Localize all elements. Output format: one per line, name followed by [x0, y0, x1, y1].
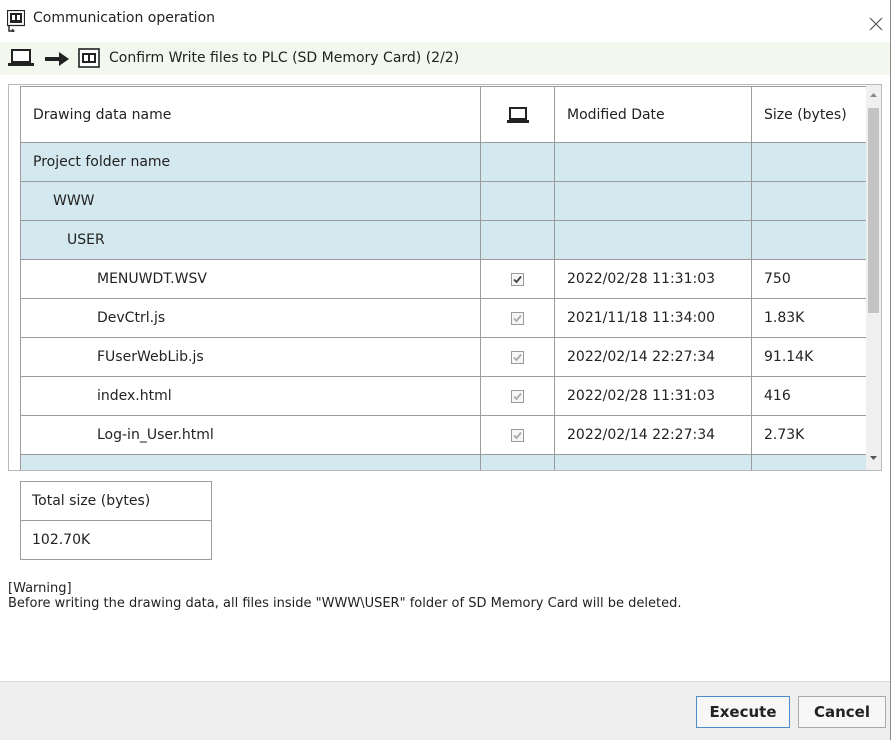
file-name: index.html: [20, 376, 481, 416]
file-size: 2.73K: [751, 415, 873, 455]
table-header-row: Drawing data name Modified Date Size (by…: [20, 86, 873, 143]
file-name: DevCtrl.js: [20, 298, 481, 338]
file-checkbox[interactable]: [511, 311, 524, 325]
file-row[interactable]: MENUWDT.WSV 2022/02/28 11:31:03 750: [20, 259, 873, 299]
file-row[interactable]: index.html 2022/02/28 11:31:03 416: [20, 376, 873, 416]
modified-date: 2022/02/28 11:31:03: [554, 259, 752, 299]
modified-date: 2021/11/18 11:34:00: [554, 298, 752, 338]
dialog-footer: Execute Cancel: [0, 681, 890, 740]
row-select-cell: [480, 181, 555, 221]
file-name: FUserWebLib.js: [20, 337, 481, 377]
file-size: [751, 454, 873, 470]
file-name: MENUWDT.WSV: [20, 259, 481, 299]
file-name: Log-in_User.html: [20, 415, 481, 455]
row-select-cell: [480, 298, 555, 338]
total-size-value: 102.70K: [20, 520, 212, 560]
file-size: 1.83K: [751, 298, 873, 338]
file-size: 91.14K: [751, 337, 873, 377]
step-header: Confirm Write files to PLC (SD Memory Ca…: [0, 42, 890, 75]
modified-date: [554, 181, 752, 221]
folder-row[interactable]: Project folder name: [20, 142, 873, 182]
file-size: [751, 142, 873, 182]
file-table: Drawing data name Modified Date Size (by…: [20, 86, 873, 470]
file-size: 416: [751, 376, 873, 416]
sd-card-transfer-icon: [6, 9, 26, 34]
file-row[interactable]: DevCtrl.js 2021/11/18 11:34:00 1.83K: [20, 298, 873, 338]
file-row[interactable]: FUserWebLib.js 2022/02/14 22:27:34 91.14…: [20, 337, 873, 377]
file-list-panel: Drawing data name Modified Date Size (by…: [8, 84, 882, 471]
file-checkbox[interactable]: [511, 428, 524, 442]
folder-row[interactable]: [20, 454, 873, 470]
scroll-down-arrow-icon[interactable]: [866, 447, 881, 469]
laptop-icon: [8, 49, 34, 71]
modified-date: [554, 220, 752, 260]
folder-row[interactable]: WWW: [20, 181, 873, 221]
communication-dialog: Communication operation Confirm Write fi…: [0, 0, 891, 740]
modified-date: 2022/02/14 22:27:34: [554, 337, 752, 377]
file-checkbox[interactable]: [511, 389, 524, 403]
folder-name: USER: [20, 220, 481, 260]
cancel-button[interactable]: Cancel: [798, 696, 886, 728]
laptop-icon: [506, 106, 529, 123]
column-header-name[interactable]: Drawing data name: [20, 86, 481, 143]
file-size: [751, 181, 873, 221]
vertical-scrollbar[interactable]: [866, 85, 881, 470]
warning-title: [Warning]: [8, 581, 72, 596]
column-header-select[interactable]: [480, 86, 555, 143]
row-select-cell: [480, 337, 555, 377]
window-title: Communication operation: [33, 10, 216, 26]
folder-name: [20, 454, 481, 470]
row-select-cell: [480, 454, 555, 470]
modified-date: 2022/02/28 11:31:03: [554, 376, 752, 416]
close-icon[interactable]: [864, 12, 888, 36]
folder-row[interactable]: USER: [20, 220, 873, 260]
file-checkbox[interactable]: [511, 350, 524, 364]
row-select-cell: [480, 142, 555, 182]
file-row[interactable]: Log-in_User.html 2022/02/14 22:27:34 2.7…: [20, 415, 873, 455]
column-header-size[interactable]: Size (bytes): [751, 86, 873, 143]
scroll-up-arrow-icon[interactable]: [866, 85, 881, 107]
row-select-cell: [480, 415, 555, 455]
modified-date: [554, 142, 752, 182]
sd-card-icon: [78, 48, 100, 72]
modified-date: [554, 454, 752, 470]
row-select-cell: [480, 259, 555, 299]
arrow-right-icon: [45, 52, 69, 70]
scroll-thumb[interactable]: [868, 108, 879, 313]
total-size-label: Total size (bytes): [20, 481, 212, 521]
warning-text: Before writing the drawing data, all fil…: [8, 596, 682, 611]
row-select-cell: [480, 376, 555, 416]
folder-name: WWW: [20, 181, 481, 221]
folder-name: Project folder name: [20, 142, 481, 182]
file-size: [751, 220, 873, 260]
column-header-date[interactable]: Modified Date: [554, 86, 752, 143]
file-size: 750: [751, 259, 873, 299]
title-bar: Communication operation: [0, 0, 890, 42]
file-checkbox[interactable]: [511, 272, 524, 286]
step-title: Confirm Write files to PLC (SD Memory Ca…: [109, 50, 460, 66]
warning-message: [Warning] Before writing the drawing dat…: [8, 581, 682, 611]
total-size-table: Total size (bytes) 102.70K: [20, 481, 212, 560]
modified-date: 2022/02/14 22:27:34: [554, 415, 752, 455]
row-select-cell: [480, 220, 555, 260]
execute-button[interactable]: Execute: [696, 696, 790, 728]
